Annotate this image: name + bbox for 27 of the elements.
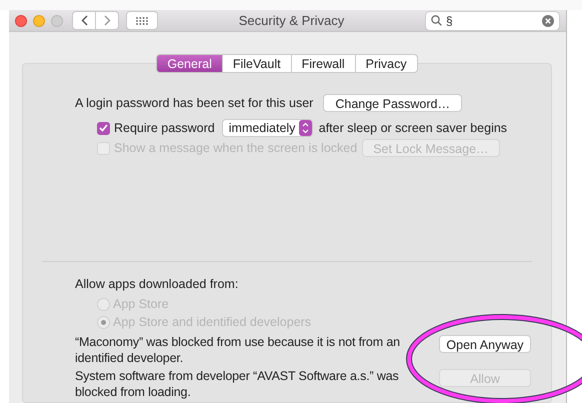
back-button[interactable] [72,11,96,30]
clear-icon[interactable] [542,14,554,26]
tab[interactable]: Firewall [292,54,356,73]
checkbox[interactable] [97,122,110,134]
chevron-left-icon [80,15,88,26]
stepper-arrows-icon [298,120,312,136]
search-field[interactable]: § [425,10,560,30]
tab[interactable]: Privacy [356,54,418,73]
window-title: Security & Privacy [238,12,344,30]
grid-icon [136,16,148,24]
require-password-label: Require password [114,120,215,137]
close-button[interactable] [15,14,27,26]
tab[interactable]: FileVault [222,54,292,73]
allow-apps-label: Allow apps downloaded from: [75,276,240,292]
action-button[interactable]: Open Anyway [439,335,531,353]
chevron-right-icon [104,15,110,26]
blocked-message: System software from developer “AVAST Software a.s.” was blocked from loading. [75,368,400,400]
delay-popup[interactable]: immediately [222,119,313,137]
require-password-suffix: after sleep or screen saver begins [318,120,508,137]
login-password-text: A login password has been set for this user [75,94,314,112]
tab[interactable]: General [156,54,223,73]
zoom-button[interactable] [51,14,63,26]
show-all-button[interactable] [126,11,158,30]
search-icon [431,15,442,26]
minimize-button[interactable] [33,14,45,26]
blocked-message: “Maconomy” was blocked from use because it is not from an identified developer. [75,334,401,366]
change-password-button[interactable]: Change Password… [323,94,462,112]
